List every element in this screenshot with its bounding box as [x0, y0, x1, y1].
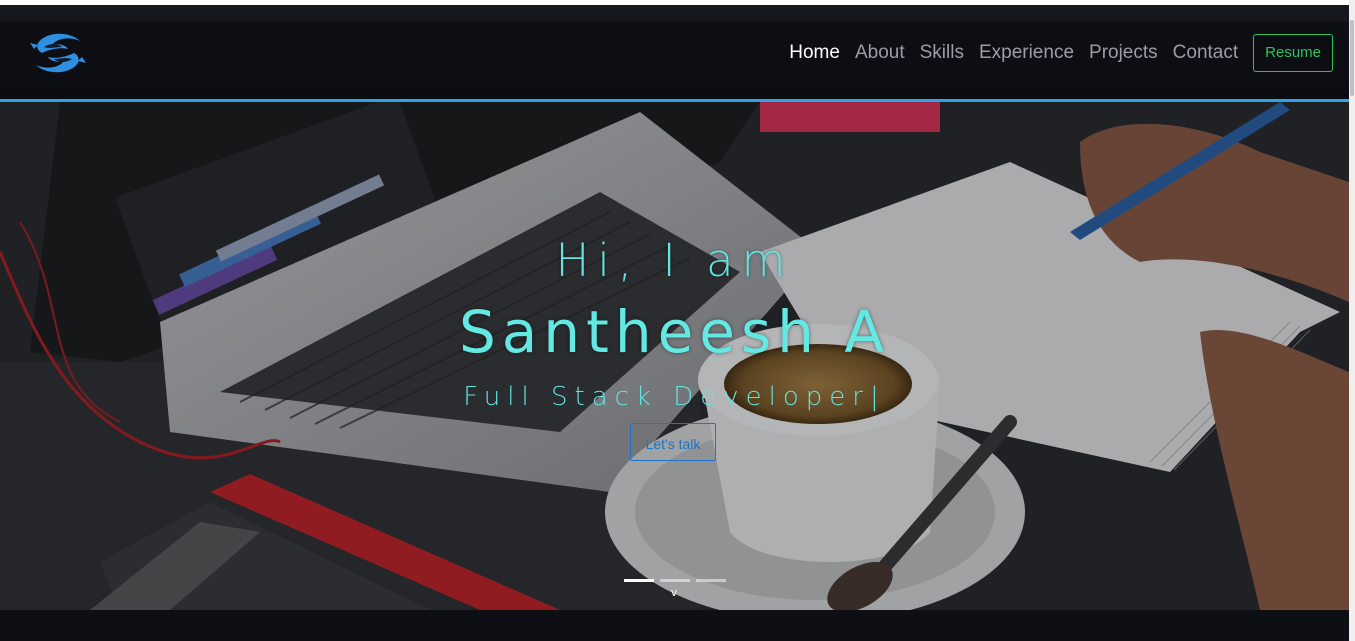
scrollbar-thumb[interactable] [1350, 20, 1354, 96]
hero-role: Full Stack Developer| [463, 382, 886, 412]
next-section-band [0, 610, 1349, 641]
scroll-down-icon[interactable]: v [664, 586, 684, 599]
hero-name: Santheesh A [458, 298, 891, 366]
lets-talk-button[interactable]: Let's talk [630, 423, 716, 461]
carousel-indicator-1[interactable] [624, 579, 654, 582]
hero-greeting: Hi, I am [555, 234, 794, 287]
navbar: Home About Skills Experience Projects Co… [0, 5, 1349, 102]
page-scrollbar[interactable] [1349, 0, 1355, 641]
nav-link-experience[interactable]: Experience [979, 33, 1074, 73]
carousel-indicator-3[interactable] [696, 579, 726, 582]
nav-link-about[interactable]: About [855, 33, 905, 73]
logo-icon[interactable] [28, 29, 88, 77]
nav-link-home[interactable]: Home [789, 33, 840, 73]
nav-link-skills[interactable]: Skills [920, 33, 964, 73]
nav-links: Home About Skills Experience Projects Co… [789, 33, 1333, 73]
nav-link-projects[interactable]: Projects [1089, 33, 1158, 73]
hero-carousel: Hi, I am Santheesh A Full Stack Develope… [0, 102, 1349, 610]
carousel-indicators [624, 579, 732, 582]
resume-button[interactable]: Resume [1253, 34, 1333, 72]
carousel-indicator-2[interactable] [660, 579, 690, 582]
nav-link-contact[interactable]: Contact [1173, 33, 1238, 73]
